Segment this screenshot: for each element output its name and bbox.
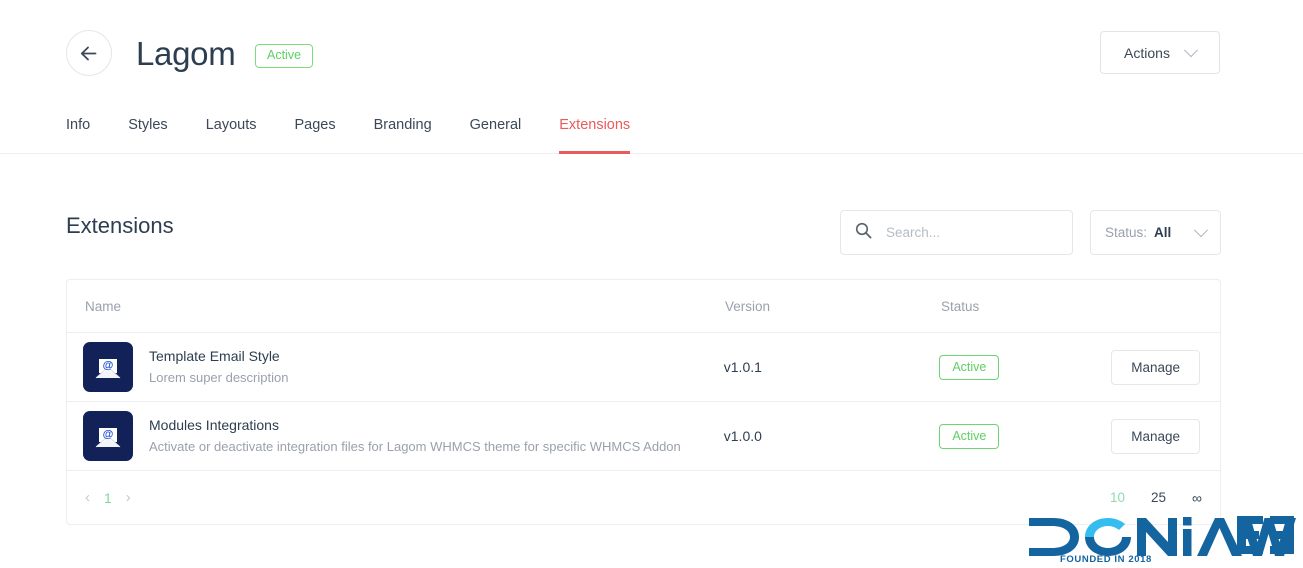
page-size-10[interactable]: 10 xyxy=(1110,490,1125,505)
column-header-name: Name xyxy=(85,298,122,314)
search-box[interactable] xyxy=(840,210,1073,255)
tab-general[interactable]: General xyxy=(451,110,541,154)
search-input[interactable] xyxy=(886,225,1058,240)
status-badge: Active xyxy=(939,423,1000,449)
actions-button-label: Actions xyxy=(1124,44,1170,61)
extension-description: Lorem super description xyxy=(149,370,289,385)
page-size-25[interactable]: 25 xyxy=(1151,490,1166,505)
table-header-row: Name Version Status xyxy=(67,280,1220,333)
manage-button[interactable]: Manage xyxy=(1111,418,1200,454)
page-header: Lagom Active Actions xyxy=(0,0,1303,110)
manage-button[interactable]: Manage xyxy=(1111,349,1200,385)
chevron-down-icon xyxy=(1193,222,1209,237)
search-icon xyxy=(855,222,872,244)
status-filter-value: All xyxy=(1154,225,1172,240)
extensions-page: Lagom Active Actions Info Styles Layouts… xyxy=(0,0,1303,568)
tab-bar: Info Styles Layouts Pages Branding Gener… xyxy=(0,110,1303,154)
column-header-version: Version xyxy=(725,298,771,314)
email-envelope-icon: @ xyxy=(83,342,133,392)
page-size-infinite[interactable]: ∞ xyxy=(1192,490,1202,506)
actions-button[interactable]: Actions xyxy=(1100,31,1220,74)
tab-extensions[interactable]: Extensions xyxy=(540,110,649,154)
row-action-cell: Manage xyxy=(1111,418,1220,454)
status-filter-label: Status: xyxy=(1105,225,1148,240)
table-row: @ Template Email Style Lorem super descr… xyxy=(67,333,1220,402)
column-header-status: Status xyxy=(941,298,980,314)
tab-layouts[interactable]: Layouts xyxy=(187,110,276,154)
row-status-cell: Active xyxy=(939,354,1118,380)
tab-pages[interactable]: Pages xyxy=(275,110,354,154)
extension-name: Modules Integrations xyxy=(149,417,279,433)
watermark-tagline: FOUNDED IN 2018 xyxy=(1060,554,1152,564)
arrow-left-icon xyxy=(80,46,99,61)
section-title: Extensions xyxy=(66,213,174,238)
extension-version: v1.0.0 xyxy=(723,428,762,444)
row-name-cell: @ Template Email Style Lorem super descr… xyxy=(67,342,724,392)
tab-styles[interactable]: Styles xyxy=(109,110,187,154)
status-badge: Active xyxy=(939,354,1000,380)
row-name-text: Template Email Style Lorem super descrip… xyxy=(149,347,288,387)
chevron-right-icon[interactable]: › xyxy=(126,489,131,506)
back-button[interactable] xyxy=(66,30,112,76)
chevron-left-icon[interactable]: ‹ xyxy=(85,489,90,506)
row-name-text: Modules Integrations Activate or deactiv… xyxy=(149,416,681,456)
page-number-1[interactable]: 1 xyxy=(104,490,112,506)
tab-branding[interactable]: Branding xyxy=(355,110,451,154)
svg-text:@: @ xyxy=(103,429,114,441)
status-filter-dropdown[interactable]: Status: All xyxy=(1090,210,1221,255)
chevron-down-icon xyxy=(1183,42,1199,57)
email-envelope-icon: @ xyxy=(83,411,133,461)
svg-text:@: @ xyxy=(103,360,114,372)
row-action-cell: Manage xyxy=(1111,349,1220,385)
row-status-cell: Active xyxy=(939,423,1118,449)
extension-name: Template Email Style xyxy=(149,348,280,364)
extension-description: Activate or deactivate integration files… xyxy=(149,439,681,454)
extensions-table: Name Version Status @ Template Email Sty… xyxy=(66,279,1221,525)
page-title: Lagom xyxy=(136,35,236,72)
tab-info[interactable]: Info xyxy=(66,110,109,154)
table-row: @ Modules Integrations Activate or deact… xyxy=(67,402,1220,471)
extension-version: v1.0.1 xyxy=(723,359,762,375)
pagination: ‹ 1 › 10 25 ∞ xyxy=(67,471,1220,524)
theme-status-badge: Active xyxy=(255,44,314,68)
row-name-cell: @ Modules Integrations Activate or deact… xyxy=(67,411,724,461)
